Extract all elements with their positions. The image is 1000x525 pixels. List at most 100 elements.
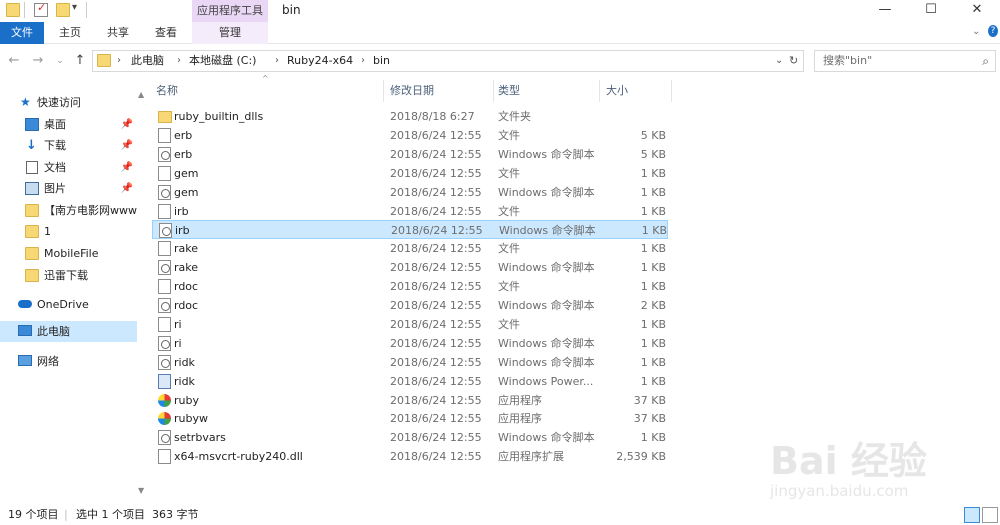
download-icon: ↓ xyxy=(26,138,37,153)
file-icon xyxy=(158,316,171,332)
search-icon[interactable]: ⌕ xyxy=(982,51,989,71)
sidebar-item-this-pc[interactable]: 此电脑 xyxy=(0,321,137,342)
window-title: bin xyxy=(282,3,301,17)
refresh-icon[interactable]: ↻ xyxy=(789,51,798,71)
file-name: rake xyxy=(174,242,199,256)
file-row[interactable]: rubyw 2018/6/24 12:55 应用程序 37 KB xyxy=(152,409,668,428)
tab-share[interactable]: 共享 xyxy=(100,22,136,44)
sidebar-item-documents[interactable]: 文档 📌 xyxy=(0,157,137,178)
close-button[interactable]: ✕ xyxy=(954,0,1000,22)
file-name: ruby xyxy=(174,393,199,407)
sidebar-item-folder[interactable]: 迅雷下载 xyxy=(0,265,137,286)
tab-view[interactable]: 查看 xyxy=(148,22,184,44)
tab-manage[interactable]: 管理 xyxy=(192,22,268,44)
cmd-script-icon xyxy=(158,430,171,446)
maximize-button[interactable]: ☐ xyxy=(908,0,954,22)
forward-arrow-icon[interactable]: → xyxy=(30,52,46,70)
divider xyxy=(86,2,87,18)
qat-dropdown-icon[interactable]: ▾ xyxy=(72,2,77,13)
search-input[interactable]: 搜索"bin" ⌕ xyxy=(814,50,996,72)
file-type: 文件 xyxy=(498,242,520,256)
file-type: 文件 xyxy=(498,204,520,218)
crumb-local-disk[interactable]: 本地磁盘 (C:) xyxy=(189,51,256,71)
file-name: x64-msvcrt-ruby240.dll xyxy=(174,450,303,464)
sidebar-item-pictures[interactable]: 图片 📌 xyxy=(0,178,137,199)
file-row[interactable]: setrbvars 2018/6/24 12:55 Windows 命令脚本 1 KB xyxy=(152,428,668,447)
up-arrow-icon[interactable]: ↑ xyxy=(72,52,88,70)
ruby-exe-icon xyxy=(158,412,171,426)
sidebar-item-folder[interactable]: 1 xyxy=(0,221,137,242)
chevron-right-icon[interactable]: › xyxy=(177,51,181,71)
file-date: 2018/6/24 12:55 xyxy=(390,393,482,407)
file-row[interactable]: ridk 2018/6/24 12:55 Windows Power... 1 KB xyxy=(152,372,668,391)
new-folder-icon[interactable] xyxy=(56,3,70,17)
sidebar-item-quick-access[interactable]: ★ 快速访问 xyxy=(0,92,137,113)
ruby-exe-icon xyxy=(158,393,171,407)
file-row[interactable]: ruby_builtin_dlls 2018/8/18 6:27 文件夹 xyxy=(152,107,668,126)
file-row[interactable]: erb 2018/6/24 12:55 文件 5 KB xyxy=(152,126,668,145)
file-type: Windows 命令脚本 xyxy=(498,336,595,350)
sidebar-item-label: 文档 xyxy=(44,161,66,174)
column-size[interactable]: 大小 xyxy=(602,80,672,102)
sidebar-item-label: OneDrive xyxy=(37,298,89,311)
chevron-right-icon[interactable]: › xyxy=(275,51,279,71)
file-row[interactable]: irb 2018/6/24 12:55 文件 1 KB xyxy=(152,202,668,221)
file-row[interactable]: irb 2018/6/24 12:55 Windows 命令脚本 1 KB xyxy=(152,220,668,240)
file-row[interactable]: ridk 2018/6/24 12:55 Windows 命令脚本 1 KB xyxy=(152,353,668,372)
minimize-button[interactable]: — xyxy=(862,0,908,22)
file-row[interactable]: gem 2018/6/24 12:55 文件 1 KB xyxy=(152,164,668,183)
file-name: rubyw xyxy=(174,412,208,426)
pin-icon[interactable]: 📌 xyxy=(121,157,133,178)
file-name: rdoc xyxy=(174,299,199,312)
column-type[interactable]: 类型 xyxy=(494,80,600,102)
sidebar-item-downloads[interactable]: ↓ 下载 📌 xyxy=(0,135,137,156)
sidebar-item-onedrive[interactable]: OneDrive xyxy=(0,294,137,315)
address-bar[interactable]: › 此电脑 › 本地磁盘 (C:) › Ruby24-x64 › bin ⌄ ↻ xyxy=(92,50,804,72)
cmd-script-icon xyxy=(159,223,172,239)
file-type: Windows 命令脚本 xyxy=(498,147,595,161)
file-date: 2018/6/24 12:55 xyxy=(390,147,482,161)
sidebar-item-folder[interactable]: MobileFile xyxy=(0,243,137,264)
file-date: 2018/6/24 12:55 xyxy=(390,299,482,312)
back-arrow-icon[interactable]: ← xyxy=(6,52,22,70)
file-row[interactable]: ri 2018/6/24 12:55 文件 1 KB xyxy=(152,315,668,334)
expand-ribbon-icon[interactable]: ⌄ xyxy=(972,26,980,37)
tab-home[interactable]: 主页 xyxy=(52,22,88,44)
recent-chevron-icon[interactable]: ⌄ xyxy=(52,52,68,70)
file-size: 1 KB xyxy=(641,224,667,238)
file-size: 5 KB xyxy=(640,128,666,142)
properties-icon[interactable]: ✓ xyxy=(34,1,48,17)
file-row[interactable]: x64-msvcrt-ruby240.dll 2018/6/24 12:55 应用程… xyxy=(152,447,668,466)
file-row[interactable]: ri 2018/6/24 12:55 Windows 命令脚本 1 KB xyxy=(152,334,668,353)
crumb-bin[interactable]: bin xyxy=(373,51,390,71)
address-dropdown-icon[interactable]: ⌄ xyxy=(775,51,783,71)
file-row[interactable]: erb 2018/6/24 12:55 Windows 命令脚本 5 KB xyxy=(152,145,668,164)
file-row[interactable]: rdoc 2018/6/24 12:55 文件 1 KB xyxy=(152,277,668,296)
file-name: ri xyxy=(174,336,182,350)
pin-icon[interactable]: 📌 xyxy=(121,135,133,156)
pin-icon[interactable]: 📌 xyxy=(121,114,133,135)
file-row[interactable]: rake 2018/6/24 12:55 Windows 命令脚本 1 KB xyxy=(152,258,668,277)
sidebar-item-folder[interactable]: 【南方电影网www. xyxy=(0,200,139,221)
file-name: ruby_builtin_dlls xyxy=(174,110,264,123)
file-row[interactable]: rake 2018/6/24 12:55 文件 1 KB xyxy=(152,239,668,258)
scroll-down-icon[interactable]: ▼ xyxy=(138,486,144,495)
scroll-up-icon[interactable]: ▲ xyxy=(138,90,144,99)
file-row[interactable]: ruby 2018/6/24 12:55 应用程序 37 KB xyxy=(152,391,668,410)
file-row[interactable]: gem 2018/6/24 12:55 Windows 命令脚本 1 KB xyxy=(152,183,668,202)
chevron-right-icon[interactable]: › xyxy=(361,51,365,71)
pin-icon[interactable]: 📌 xyxy=(121,178,133,199)
crumb-this-pc[interactable]: 此电脑 xyxy=(131,51,164,71)
tab-file[interactable]: 文件 xyxy=(0,22,44,44)
column-date[interactable]: 修改日期 xyxy=(386,80,494,102)
crumb-ruby24[interactable]: Ruby24-x64 xyxy=(287,51,353,71)
sidebar-item-desktop[interactable]: 桌面 📌 xyxy=(0,114,137,135)
file-row[interactable]: rdoc 2018/6/24 12:55 Windows 命令脚本 2 KB xyxy=(152,296,668,315)
sidebar-scrollbar[interactable]: ▲ ▼ xyxy=(137,88,147,498)
file-type: 文件夹 xyxy=(498,110,531,123)
column-name[interactable]: 名称 xyxy=(152,80,384,102)
file-size: 5 KB xyxy=(640,147,666,161)
help-icon[interactable]: ? xyxy=(988,25,998,37)
sidebar-item-network[interactable]: 网络 xyxy=(0,351,137,372)
chevron-right-icon[interactable]: › xyxy=(117,51,121,71)
